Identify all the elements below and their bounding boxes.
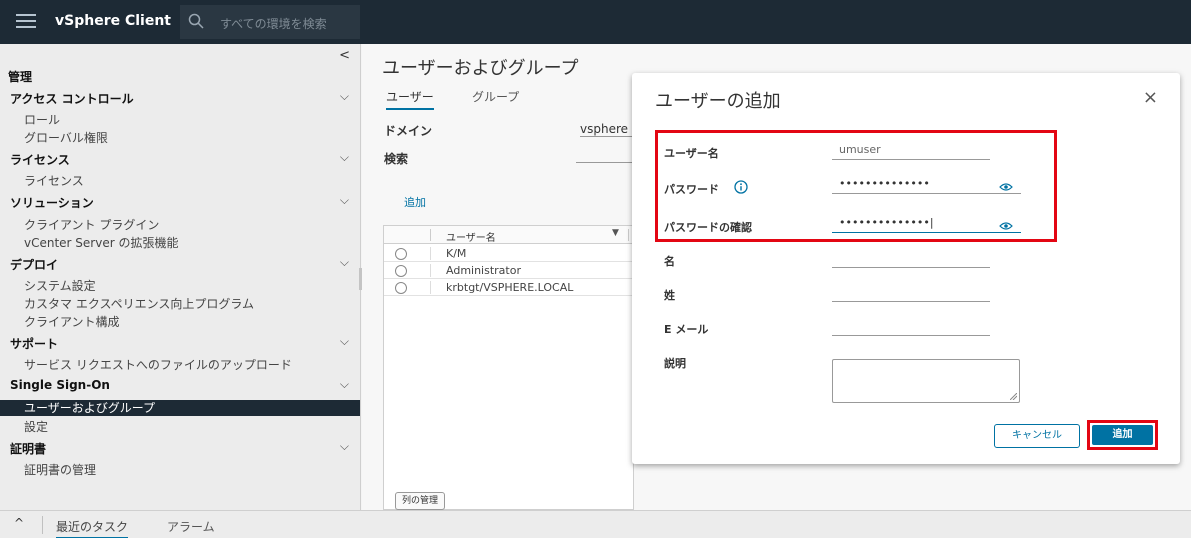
- tab-users[interactable]: ユーザー: [386, 88, 434, 110]
- column-separator: [628, 229, 629, 241]
- cell-username: K/M: [446, 247, 467, 260]
- password-field[interactable]: ••••••••••••••: [832, 176, 1021, 194]
- sidebar-section-label: サポート: [10, 337, 59, 351]
- column-separator: [430, 264, 431, 277]
- tab-groups[interactable]: グループ: [472, 88, 519, 105]
- first-name-field[interactable]: [832, 250, 990, 268]
- sidebar-section-label: Single Sign-On: [10, 378, 110, 392]
- row-radio[interactable]: [395, 282, 407, 294]
- row-radio[interactable]: [395, 265, 407, 277]
- confirm-password-label: パスワードの確認: [664, 221, 752, 234]
- divider: [42, 516, 43, 534]
- sidebar-item-sso-configuration[interactable]: 設定: [24, 418, 48, 435]
- tab-recent-tasks[interactable]: 最近のタスク: [56, 518, 129, 538]
- email-label: E メール: [664, 323, 709, 336]
- sidebar-section-label: 証明書: [10, 442, 47, 456]
- chevron-down-icon: ⌵: [339, 255, 349, 269]
- users-grid: ユーザー名 ▼ K/M Administrator krbtgt/VSPHERE…: [383, 225, 634, 510]
- sidebar-item-licenses[interactable]: ライセンス: [24, 172, 84, 189]
- dialog-title: ユーザーの追加: [655, 91, 781, 112]
- username-label: ユーザー名: [664, 147, 719, 160]
- password-label: パスワード: [664, 183, 719, 196]
- sidebar-item-client-configuration[interactable]: クライアント構成: [24, 313, 120, 330]
- domain-select[interactable]: vsphere: [580, 122, 640, 137]
- grid-header: ユーザー名 ▼: [384, 226, 633, 244]
- sidebar-section-label: アクセス コントロール: [10, 92, 134, 106]
- page-title: ユーザーおよびグループ: [382, 58, 579, 79]
- chevron-up-icon[interactable]: ^: [14, 516, 24, 530]
- sidebar-item-system-settings[interactable]: システム設定: [24, 277, 96, 294]
- chevron-down-icon: ⌵: [339, 193, 349, 207]
- app-title[interactable]: vSphere Client: [55, 13, 171, 29]
- bottom-panel-bar: ^ 最近のタスク アラーム: [0, 510, 1191, 538]
- last-name-field[interactable]: [832, 284, 990, 302]
- search-label: 検索: [384, 152, 409, 166]
- sidebar-item-certificate-management[interactable]: 証明書の管理: [24, 461, 96, 478]
- column-separator: [430, 281, 431, 294]
- global-search[interactable]: すべての環境を検索: [180, 5, 360, 39]
- sidebar-root-label: 管理: [8, 70, 33, 84]
- column-separator: [430, 247, 431, 260]
- top-navigation-bar: vSphere Client すべての環境を検索: [0, 0, 1191, 44]
- column-separator: [430, 229, 431, 241]
- info-icon[interactable]: [734, 180, 748, 194]
- collapse-sidebar-button[interactable]: <: [339, 48, 350, 63]
- table-row[interactable]: krbtgt/VSPHERE.LOCAL: [384, 279, 633, 296]
- column-header-username[interactable]: ユーザー名: [446, 229, 496, 244]
- add-button[interactable]: 追加: [1092, 425, 1153, 445]
- sidebar-section-label: ライセンス: [10, 153, 70, 167]
- search-icon: [188, 13, 204, 29]
- sidebar-section-licensing[interactable]: ライセンス ⌵: [10, 150, 355, 171]
- first-name-label: 名: [664, 255, 675, 268]
- sidebar-item-roles[interactable]: ロール: [24, 111, 60, 128]
- description-textarea[interactable]: [832, 359, 1020, 403]
- sidebar-item-upload-file[interactable]: サービス リクエストへのファイルのアップロード: [24, 356, 292, 373]
- sort-icon[interactable]: ▼: [612, 228, 619, 238]
- chevron-down-icon: ⌵: [339, 439, 349, 453]
- menu-icon[interactable]: [16, 14, 36, 28]
- highlight-annotation: 追加: [1087, 420, 1158, 450]
- description-label: 説明: [664, 357, 686, 370]
- sidebar-section-solutions[interactable]: ソリューション ⌵: [10, 193, 355, 214]
- email-field[interactable]: [832, 318, 990, 336]
- search-placeholder: すべての環境を検索: [220, 17, 327, 31]
- domain-label: ドメイン: [384, 124, 433, 138]
- cell-username: krbtgt/VSPHERE.LOCAL: [446, 281, 574, 294]
- chevron-down-icon: ⌵: [339, 334, 349, 348]
- resize-grip-icon[interactable]: [1010, 393, 1017, 400]
- sidebar-section-label: ソリューション: [10, 196, 94, 210]
- sidebar-section-access-control[interactable]: アクセス コントロール ⌵: [10, 89, 355, 110]
- sidebar-item-vcenter-extensions[interactable]: vCenter Server の拡張機能: [24, 234, 178, 251]
- add-user-dialog: ユーザーの追加 × ユーザー名 umuser パスワード •••••••••••…: [632, 73, 1180, 464]
- sidebar-section-sso[interactable]: Single Sign-On ⌵: [10, 377, 355, 398]
- close-icon[interactable]: ×: [1143, 89, 1158, 107]
- sidebar-item-users-and-groups[interactable]: ユーザーおよびグループ: [0, 400, 360, 416]
- sidebar: < 管理 アクセス コントロール ⌵ ロール グローバル権限 ライセンス ⌵ ラ…: [0, 44, 361, 510]
- chevron-down-icon: ⌵: [339, 150, 349, 164]
- sidebar-section-deployment[interactable]: デプロイ ⌵: [10, 255, 355, 276]
- sidebar-item-ceip[interactable]: カスタマ エクスペリエンス向上プログラム: [24, 295, 254, 312]
- sidebar-section-certificates[interactable]: 証明書 ⌵: [10, 439, 355, 460]
- confirm-password-field[interactable]: ••••••••••••••|: [832, 215, 1021, 233]
- chevron-down-icon: ⌵: [339, 89, 349, 103]
- username-field[interactable]: umuser: [832, 142, 990, 160]
- cell-username: Administrator: [446, 264, 521, 277]
- eye-icon[interactable]: [999, 221, 1013, 231]
- cancel-button[interactable]: キャンセル: [994, 424, 1080, 448]
- manage-columns-button[interactable]: 列の管理: [395, 492, 446, 510]
- sidebar-section-support[interactable]: サポート ⌵: [10, 334, 355, 355]
- row-radio[interactable]: [395, 248, 407, 260]
- table-row[interactable]: Administrator: [384, 262, 633, 279]
- eye-icon[interactable]: [999, 182, 1013, 192]
- table-row[interactable]: K/M: [384, 245, 633, 262]
- add-user-link[interactable]: 追加: [404, 194, 426, 210]
- sidebar-item-global-permissions[interactable]: グローバル権限: [24, 129, 108, 146]
- tab-alarms[interactable]: アラーム: [167, 518, 215, 535]
- last-name-label: 姓: [664, 289, 675, 302]
- sidebar-item-client-plugins[interactable]: クライアント プラグイン: [24, 216, 159, 233]
- chevron-down-icon: ⌵: [339, 377, 349, 391]
- sidebar-section-label: デプロイ: [10, 258, 59, 272]
